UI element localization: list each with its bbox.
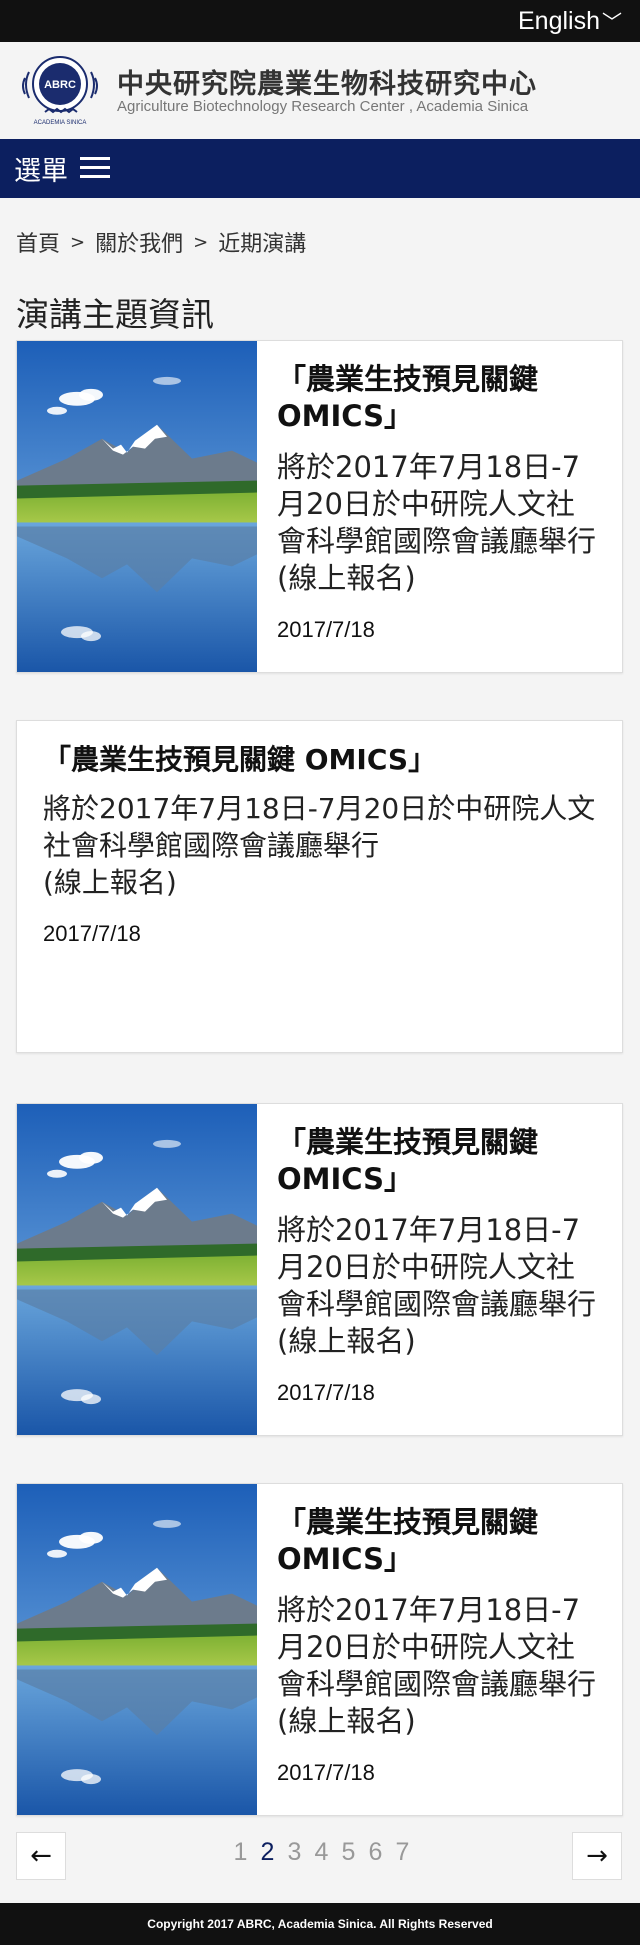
language-switch[interactable]: English ﹀: [518, 6, 622, 38]
arrow-right-icon: →: [586, 1841, 608, 1871]
arrow-left-icon: ←: [30, 1841, 52, 1871]
lecture-description: 將於2017年7月18日-7月20日於中研院人文社會科學館國際會議廳舉行(線上報…: [277, 450, 597, 595]
org-name-english: Agriculture Biotechnology Research Cente…: [117, 98, 529, 115]
lecture-description: 將於2017年7月18日-7月20日於中研院人文社會科學館國際會議廳舉行 (線上…: [43, 790, 596, 901]
lecture-card[interactable]: 「農業生技預見關鍵 OMICS」 將於2017年7月18日-7月20日於中研院人…: [16, 340, 623, 673]
page-link-5[interactable]: 5: [340, 1838, 357, 1867]
pagination: 1 2 3 4 5 6 7: [232, 1838, 411, 1867]
hamburger-icon: [80, 156, 110, 180]
page-title: 演講主題資訊: [16, 295, 214, 334]
lecture-date: 2017/7/18: [277, 1760, 375, 1785]
prev-page-button[interactable]: ←: [16, 1832, 66, 1880]
lecture-date: 2017/7/18: [43, 921, 141, 946]
footer: Copyright 2017 ABRC, Academia Sinica. Al…: [0, 1903, 640, 1945]
lecture-description: 將於2017年7月18日-7月20日於中研院人文社會科學館國際會議廳舉行(線上報…: [277, 1213, 597, 1358]
page-link-3[interactable]: 3: [286, 1838, 303, 1867]
org-name-chinese: 中央研究院農業生物科技研究中心: [117, 69, 537, 100]
logo-subtext: ACADEMIA SINICA: [34, 120, 87, 126]
lecture-date: 2017/7/18: [277, 617, 375, 642]
language-label: English: [518, 7, 600, 35]
breadcrumb-separator: >: [70, 231, 86, 253]
top-bar: English ﹀: [0, 0, 640, 42]
lecture-thumbnail: [17, 341, 257, 672]
lecture-card[interactable]: 「農業生技預見關鍵 OMICS」 將於2017年7月18日-7月20日於中研院人…: [16, 1103, 623, 1436]
breadcrumb: 首頁 > 關於我們 > 近期演講: [16, 226, 306, 258]
lecture-title: 「農業生技預見關鍵 OMICS」: [43, 743, 437, 776]
breadcrumb-home[interactable]: 首頁: [16, 226, 60, 258]
lecture-date: 2017/7/18: [277, 1380, 375, 1405]
abrc-logo[interactable]: ABRC ACADEMIA SINICA: [15, 54, 105, 126]
breadcrumb-about[interactable]: 關於我們: [95, 226, 183, 258]
page-link-7[interactable]: 7: [394, 1838, 411, 1867]
lecture-description-text: 將於2017年7月18日-7月20日於中研院人文社會科學館國際會議廳舉行: [43, 792, 596, 862]
breadcrumb-separator: >: [193, 231, 209, 253]
page-link-2-active[interactable]: 2: [259, 1838, 276, 1867]
breadcrumb-current[interactable]: 近期演講: [218, 226, 306, 258]
menu-button[interactable]: 選單: [14, 150, 110, 187]
page-link-4[interactable]: 4: [313, 1838, 330, 1867]
lecture-thumbnail: [17, 1104, 257, 1435]
lecture-thumbnail: [17, 1484, 257, 1815]
lecture-title: 「農業生技預見關鍵 OMICS」: [277, 362, 539, 433]
page-link-6[interactable]: 6: [367, 1838, 384, 1867]
logo-text: ABRC: [44, 79, 76, 91]
lecture-registration-note: (線上報名): [43, 866, 177, 899]
site-header: ABRC ACADEMIA SINICA 中央研究院農業生物科技研究中心 Agr…: [0, 42, 640, 139]
lecture-title: 「農業生技預見關鍵 OMICS」: [277, 1505, 539, 1576]
page-link-1[interactable]: 1: [232, 1838, 249, 1867]
lecture-card[interactable]: 「農業生技預見關鍵 OMICS」 將於2017年7月18日-7月20日於中研院人…: [16, 1483, 623, 1816]
menu-label: 選單: [14, 155, 68, 187]
copyright-text: Copyright 2017 ABRC, Academia Sinica. Al…: [147, 1917, 493, 1931]
nav-bar: 選單: [0, 139, 640, 198]
chevron-down-icon: ﹀: [602, 12, 622, 34]
lecture-title: 「農業生技預見關鍵 OMICS」: [277, 1125, 539, 1196]
lecture-card[interactable]: 「農業生技預見關鍵 OMICS」 將於2017年7月18日-7月20日於中研院人…: [16, 720, 623, 1053]
next-page-button[interactable]: →: [572, 1832, 622, 1880]
lecture-description: 將於2017年7月18日-7月20日於中研院人文社會科學館國際會議廳舉行(線上報…: [277, 1593, 597, 1738]
